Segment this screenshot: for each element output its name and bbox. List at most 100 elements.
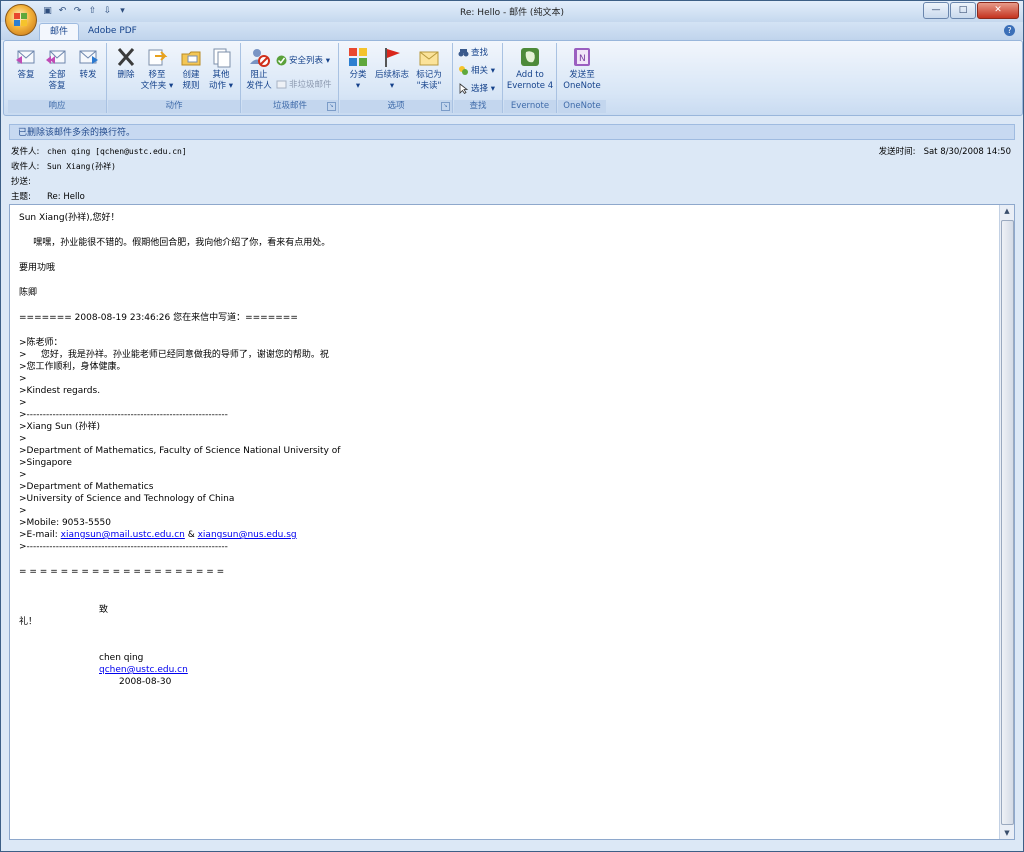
to-label: 收件人: xyxy=(11,162,40,172)
from-value[interactable]: chen qing [qchen@ustc.edu.cn] xyxy=(47,147,187,156)
scroll-up-icon[interactable]: ▲ xyxy=(1000,205,1014,217)
quote-line: > xyxy=(19,374,27,384)
mark-unread-icon xyxy=(419,51,439,66)
quote-line: > xyxy=(19,470,27,480)
quote-line: >您工作顺利，身体健康。 xyxy=(19,362,126,372)
group-junk: 阻止 发件人 安全列表 ▾ 非垃圾邮件 垃圾邮件 ↘ xyxy=(242,43,339,113)
group-find: 查找 相关 ▾ 选择 ▾ 查找 xyxy=(454,43,503,113)
maximize-button[interactable]: □ xyxy=(950,2,976,19)
categorize-button[interactable]: 分类 ▾ xyxy=(343,46,373,92)
sent-row: 发送时间: Sat 8/30/2008 14:50 xyxy=(879,145,1011,157)
create-rule-button[interactable]: 创建 规则 xyxy=(176,46,206,92)
tab-adobe-pdf[interactable]: Adobe PDF xyxy=(78,23,147,40)
quote-line: >Singapore xyxy=(19,458,72,468)
add-to-evernote-button[interactable]: Add to Evernote 4 xyxy=(506,46,554,92)
group-onenote: N 发送至 OneNote OneNote xyxy=(558,43,606,113)
not-junk-button[interactable]: 非垃圾邮件 xyxy=(276,79,332,92)
other-actions-icon xyxy=(213,48,231,68)
reply-all-button[interactable]: 全部 答复 xyxy=(42,46,72,92)
quote-line: >Department of Mathematics, Faculty of S… xyxy=(19,446,341,456)
quote-email-line: >E-mail: xiangsun@mail.ustc.edu.cn & xia… xyxy=(19,530,297,540)
group-actions: 删除 移至 文件夹 ▾ 创建 规则 其他 动作 ▾ 动作 xyxy=(108,43,241,113)
scroll-thumb[interactable] xyxy=(1001,220,1014,825)
block-sender-button[interactable]: 阻止 发件人 xyxy=(244,46,274,92)
group-label-options: 选项 xyxy=(340,100,452,113)
group-label-junk: 垃圾邮件 xyxy=(242,100,338,113)
evernote-icon xyxy=(521,48,539,66)
message-body[interactable]: Sun Xiang(孙祥),您好！ 嘿嘿，孙业能很不错的。假期他回合肥，我向他介… xyxy=(9,204,1015,840)
to-row: 收件人: Sun Xiang(孙祥) xyxy=(11,160,116,172)
categorize-icon xyxy=(349,48,367,66)
move-to-folder-button[interactable]: 移至 文件夹 ▾ xyxy=(140,46,174,92)
related-button[interactable]: 相关 ▾ xyxy=(458,65,495,78)
email-link[interactable]: xiangsun@nus.edu.sg xyxy=(198,530,297,540)
quote-line: >Xiang Sun (孙祥) xyxy=(19,422,101,432)
flag-icon xyxy=(385,48,400,67)
window-controls: — □ ✕ xyxy=(923,2,1019,19)
quote-line: >University of Science and Technology of… xyxy=(19,494,235,504)
block-sender-icon xyxy=(250,49,270,67)
quote-line: >---------------------------------------… xyxy=(19,410,228,420)
group-label-actions: 动作 xyxy=(108,100,240,113)
junk-dialog-launcher[interactable]: ↘ xyxy=(327,102,336,111)
forward-button[interactable]: 转发 xyxy=(73,46,103,81)
other-actions-button[interactable]: 其他 动作 ▾ xyxy=(206,46,236,92)
select-cursor-icon xyxy=(459,83,469,94)
related-icon xyxy=(459,66,468,75)
ribbon-tab-bar: 邮件 Adobe PDF ? xyxy=(1,22,1023,41)
onenote-icon: N xyxy=(574,48,590,66)
find-button[interactable]: 查找 xyxy=(458,47,488,60)
help-icon[interactable]: ? xyxy=(1004,25,1015,36)
group-options: 分类 ▾ 后续标志 ▾ 标记为 "未读" 选项 ↘ xyxy=(340,43,453,113)
quote-line: >Kindest regards. xyxy=(19,386,101,396)
safe-lists-icon xyxy=(276,55,287,66)
minimize-button[interactable]: — xyxy=(923,2,949,19)
forward-icon xyxy=(79,50,98,64)
scroll-down-icon[interactable]: ▼ xyxy=(1000,827,1014,839)
safe-lists-button[interactable]: 安全列表 ▾ xyxy=(276,55,330,68)
signature-email-link[interactable]: qchen@ustc.edu.cn xyxy=(99,665,188,675)
reply-button[interactable]: 答复 xyxy=(11,46,41,81)
quote-line: >Mobile: 9053-5550 xyxy=(19,518,112,528)
delete-button[interactable]: 删除 xyxy=(111,46,141,81)
window-title: Re: Hello - 邮件 (纯文本) xyxy=(460,8,564,18)
quote-line: >陈老师： xyxy=(19,338,63,348)
from-row: 发件人: chen qing [qchen@ustc.edu.cn] xyxy=(11,145,187,157)
office-button[interactable] xyxy=(5,4,37,36)
group-label-find: 查找 xyxy=(454,100,502,113)
follow-up-button[interactable]: 后续标志 ▾ xyxy=(374,46,410,92)
title-bar: ▣ ↶ ↷ ⇧ ⇩ ▾ Re: Hello - 邮件 (纯文本) — □ ✕ xyxy=(1,1,1023,22)
paragraph: 嘿嘿，孙业能很不错的。假期他回合肥，我向他介绍了你，看来有点用处。 xyxy=(19,238,331,248)
ribbon: 答复 全部 答复 转发 响应 删除 移至 文件夹 ▾ 创建 规则 其他 动作 ▾… xyxy=(3,40,1023,116)
group-respond: 答复 全部 答复 转发 响应 xyxy=(8,43,107,113)
group-label-respond: 响应 xyxy=(8,100,106,113)
to-value[interactable]: Sun Xiang(孙祥) xyxy=(47,162,116,171)
signature-name: chen qing xyxy=(99,653,144,663)
binoculars-icon xyxy=(458,49,469,57)
options-dialog-launcher[interactable]: ↘ xyxy=(441,102,450,111)
mark-unread-button[interactable]: 标记为 "未读" xyxy=(414,46,444,92)
select-button[interactable]: 选择 ▾ xyxy=(458,83,495,96)
email-link[interactable]: xiangsun@mail.ustc.edu.cn xyxy=(61,530,185,540)
paragraph: 陈卿 xyxy=(19,288,38,298)
close-button[interactable]: ✕ xyxy=(977,2,1019,19)
office-logo-icon xyxy=(14,13,27,26)
closing-line: 致 xyxy=(99,605,109,615)
vertical-scrollbar[interactable]: ▲ ▼ xyxy=(999,205,1014,839)
rules-icon xyxy=(181,51,201,66)
outlook-message-window: ▣ ↶ ↷ ⇧ ⇩ ▾ Re: Hello - 邮件 (纯文本) — □ ✕ 邮… xyxy=(0,0,1024,852)
quote-header: ======= 2008-08-19 23:46:26 您在来信中写道：====… xyxy=(19,313,298,323)
tab-mail[interactable]: 邮件 xyxy=(39,23,80,41)
separator-line: = = = = = = = = = = = = = = = = = = = = xyxy=(19,567,225,577)
svg-text:N: N xyxy=(579,54,586,64)
info-bar[interactable]: 已删除该邮件多余的换行符。 xyxy=(9,124,1015,140)
send-to-onenote-button[interactable]: N 发送至 OneNote xyxy=(560,46,604,92)
subject-label: 主题: xyxy=(11,192,31,202)
subject-value: Re: Hello xyxy=(47,192,85,202)
group-evernote: Add to Evernote 4 Evernote xyxy=(504,43,557,113)
not-junk-icon xyxy=(276,80,287,89)
group-label-onenote: OneNote xyxy=(558,100,606,113)
quote-line: > 您好，我是孙祥。孙业能老师已经同意做我的导师了，谢谢您的帮助。祝 xyxy=(19,350,329,360)
closing-line: 礼！ xyxy=(19,617,38,627)
move-folder-icon xyxy=(148,49,168,66)
